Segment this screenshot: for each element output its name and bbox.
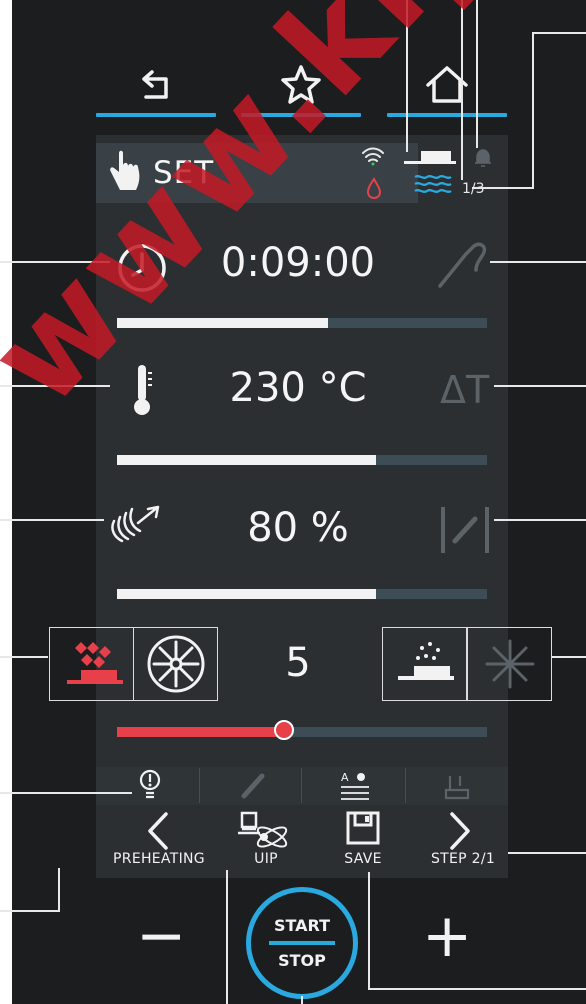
flame-icon	[366, 177, 382, 199]
plus-button[interactable]: +	[422, 906, 472, 976]
home-icon	[426, 66, 468, 103]
chevron-left-icon[interactable]	[142, 810, 172, 852]
stop-label: STOP	[278, 951, 326, 970]
callout-line	[0, 519, 104, 521]
fan-speed-value: 5	[285, 640, 311, 686]
callout-line	[0, 792, 132, 794]
svg-text:A: A	[341, 771, 349, 784]
mode-label: SET	[153, 155, 215, 191]
start-label: START	[273, 916, 331, 935]
fan-reverse-icon	[485, 639, 534, 689]
humidity-value[interactable]: 80 %	[188, 505, 408, 551]
minus-button[interactable]: −	[136, 906, 186, 976]
back-underline	[96, 113, 216, 117]
callout-line	[532, 32, 534, 189]
callout-line	[301, 996, 303, 1004]
star-icon	[281, 65, 321, 104]
humidity-slider-fill	[117, 589, 376, 599]
humidity-steam-icon	[111, 505, 160, 543]
hand-touch-icon	[110, 150, 140, 190]
callout-line	[476, 0, 478, 148]
temperature-value[interactable]: 230 °C	[188, 365, 408, 411]
grill-heat-icon	[66, 642, 123, 684]
home-underline	[387, 113, 507, 117]
probe-tool-icon[interactable]	[240, 770, 268, 800]
tray-icon	[404, 151, 456, 164]
delta-t-label[interactable]: ΔT	[440, 368, 489, 412]
tray-mode-button[interactable]	[382, 627, 467, 701]
callout-line	[494, 519, 586, 521]
step-button[interactable]: STEP 2/1	[420, 851, 506, 867]
favorite-button[interactable]	[241, 50, 361, 120]
step-counter: 1/3	[462, 181, 485, 197]
save-button[interactable]: SAVE	[332, 851, 394, 867]
preheating-button[interactable]: PREHEATING	[100, 851, 218, 867]
start-stop-divider	[269, 941, 335, 945]
uip-atom-icon	[238, 811, 288, 848]
time-value[interactable]: 0:09:00	[188, 240, 408, 286]
lamp-icon[interactable]	[137, 769, 163, 801]
thermometer-icon	[134, 365, 152, 415]
steam-water-icon	[414, 175, 452, 193]
fan-speed-slider-fill	[117, 727, 284, 737]
callout-line	[508, 852, 586, 854]
callout-line	[406, 0, 408, 152]
bell-icon	[475, 149, 491, 167]
time-slider[interactable]	[117, 318, 487, 328]
wifi-icon	[362, 147, 384, 166]
chevron-right-icon[interactable]	[446, 810, 476, 852]
callout-line	[532, 32, 586, 34]
callout-line	[58, 868, 60, 912]
hand-wash-icon[interactable]	[444, 772, 470, 800]
damper-valve-icon[interactable]	[437, 503, 493, 557]
tool-divider	[199, 768, 200, 803]
callout-line	[552, 656, 586, 658]
back-button[interactable]	[96, 50, 216, 120]
temperature-slider-fill	[117, 455, 376, 465]
home-button[interactable]	[387, 50, 507, 120]
time-slider-fill	[117, 318, 328, 328]
clock-icon	[118, 244, 166, 292]
callout-line	[494, 385, 586, 387]
callout-line	[368, 872, 370, 990]
callout-line	[461, 0, 463, 180]
core-probe-icon[interactable]	[436, 236, 492, 290]
back-icon	[142, 70, 168, 99]
fan-speed-knob[interactable]	[273, 720, 294, 740]
fan-reverse-button[interactable]	[467, 627, 552, 701]
settings-adjust-icon[interactable]: A	[339, 769, 371, 801]
uip-button[interactable]: UIP	[236, 851, 296, 867]
callout-line	[0, 385, 110, 387]
fan-speed-slider[interactable]	[117, 727, 487, 737]
callout-line	[472, 187, 534, 189]
start-stop-button[interactable]: START STOP	[246, 887, 358, 999]
temperature-slider[interactable]	[117, 455, 487, 465]
tool-divider	[301, 768, 302, 803]
callout-line	[0, 261, 110, 263]
tray-sprinkle-icon	[397, 642, 454, 680]
humidity-slider[interactable]	[117, 589, 487, 599]
callout-line	[368, 988, 586, 990]
tool-divider	[405, 768, 406, 803]
callout-line	[0, 656, 48, 658]
favorite-underline	[241, 113, 361, 117]
callout-line	[0, 910, 60, 912]
save-floppy-icon	[346, 811, 380, 845]
grill-mode-button[interactable]	[49, 627, 134, 701]
callout-line	[226, 870, 228, 1004]
callout-line	[490, 261, 586, 263]
